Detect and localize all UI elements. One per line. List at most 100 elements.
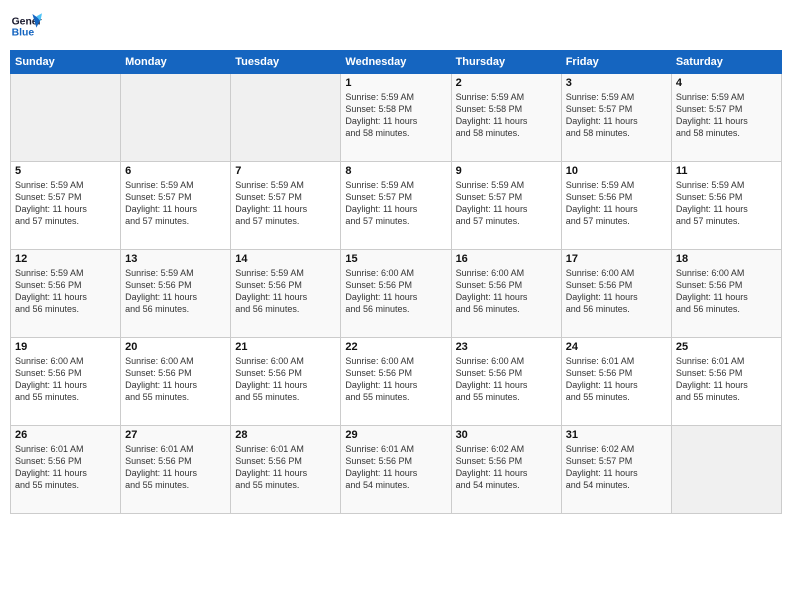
day-info: Sunrise: 6:00 AM Sunset: 5:56 PM Dayligh…	[125, 355, 226, 404]
day-number: 9	[456, 165, 557, 177]
day-number: 23	[456, 341, 557, 353]
day-number: 29	[345, 429, 446, 441]
day-info: Sunrise: 6:00 AM Sunset: 5:56 PM Dayligh…	[15, 355, 116, 404]
day-info: Sunrise: 6:00 AM Sunset: 5:56 PM Dayligh…	[566, 267, 667, 316]
day-number: 13	[125, 253, 226, 265]
day-cell: 12Sunrise: 5:59 AM Sunset: 5:56 PM Dayli…	[11, 250, 121, 338]
day-number: 26	[15, 429, 116, 441]
day-info: Sunrise: 5:59 AM Sunset: 5:57 PM Dayligh…	[125, 179, 226, 228]
day-number: 28	[235, 429, 336, 441]
day-number: 19	[15, 341, 116, 353]
day-cell: 10Sunrise: 5:59 AM Sunset: 5:56 PM Dayli…	[561, 162, 671, 250]
day-number: 16	[456, 253, 557, 265]
day-cell: 23 Sunrise: 6:00 AM Sunset: 5:56 PM Dayli…	[451, 338, 561, 426]
day-info: Sunrise: 6:01 AM Sunset: 5:56 PM Dayligh…	[125, 443, 226, 492]
day-cell: 15 Sunrise: 6:00 AM Sunset: 5:56 PM Dayli…	[341, 250, 451, 338]
col-monday: Monday	[121, 51, 231, 74]
day-info: Sunrise: 6:00 AM Sunset: 5:56 PM Dayligh…	[345, 355, 446, 404]
day-number: 14	[235, 253, 336, 265]
day-info: Sunrise: 6:00 AM Sunset: 5:56 PM Dayligh…	[676, 267, 777, 316]
day-cell: 16 Sunrise: 6:00 AM Sunset: 5:56 PM Dayli…	[451, 250, 561, 338]
day-number: 15	[345, 253, 446, 265]
day-number: 3	[566, 77, 667, 89]
day-number: 20	[125, 341, 226, 353]
day-cell	[231, 74, 341, 162]
day-info: Sunrise: 6:01 AM Sunset: 5:56 PM Dayligh…	[235, 443, 336, 492]
col-tuesday: Tuesday	[231, 51, 341, 74]
day-info: Sunrise: 5:59 AM Sunset: 5:56 PM Dayligh…	[15, 267, 116, 316]
col-thursday: Thursday	[451, 51, 561, 74]
calendar-header: Sunday Monday Tuesday Wednesday Thursday…	[11, 51, 782, 74]
day-info: Sunrise: 5:59 AM Sunset: 5:57 PM Dayligh…	[15, 179, 116, 228]
day-info: Sunrise: 6:02 AM Sunset: 5:56 PM Dayligh…	[456, 443, 557, 492]
day-info: Sunrise: 6:02 AM Sunset: 5:57 PM Dayligh…	[566, 443, 667, 492]
week-row-4: 19 Sunrise: 6:00 AM Sunset: 5:56 PM Dayli…	[11, 338, 782, 426]
day-info: Sunrise: 6:01 AM Sunset: 5:56 PM Dayligh…	[566, 355, 667, 404]
day-info: Sunrise: 5:59 AM Sunset: 5:57 PM Dayligh…	[566, 91, 667, 140]
day-cell: 2 Sunrise: 5:59 AM Sunset: 5:58 PM Daylig…	[451, 74, 561, 162]
day-info: Sunrise: 6:01 AM Sunset: 5:56 PM Dayligh…	[676, 355, 777, 404]
day-info: Sunrise: 5:59 AM Sunset: 5:57 PM Dayligh…	[345, 179, 446, 228]
day-number: 1	[345, 77, 446, 89]
day-info: Sunrise: 6:00 AM Sunset: 5:56 PM Dayligh…	[456, 355, 557, 404]
day-cell: 22Sunrise: 6:00 AM Sunset: 5:56 PM Dayli…	[341, 338, 451, 426]
day-number: 7	[235, 165, 336, 177]
week-row-5: 26 Sunrise: 6:01 AM Sunset: 5:56 PM Dayli…	[11, 426, 782, 514]
day-cell: 11Sunrise: 5:59 AM Sunset: 5:56 PM Dayli…	[671, 162, 781, 250]
day-cell: 26Sunrise: 6:01 AM Sunset: 5:56 PM Dayli…	[11, 426, 121, 514]
week-row-1: 1 Sunrise: 5:59 AM Sunset: 5:58 PM Daylig…	[11, 74, 782, 162]
header-row: Sunday Monday Tuesday Wednesday Thursday…	[11, 51, 782, 74]
day-info: Sunrise: 6:00 AM Sunset: 5:56 PM Dayligh…	[345, 267, 446, 316]
day-number: 30	[456, 429, 557, 441]
day-cell: 1 Sunrise: 5:59 AM Sunset: 5:58 PM Daylig…	[341, 74, 451, 162]
calendar-body: 1 Sunrise: 5:59 AM Sunset: 5:58 PM Daylig…	[11, 74, 782, 514]
day-cell: 7 Sunrise: 5:59 AM Sunset: 5:57 PM Daylig…	[231, 162, 341, 250]
day-info: Sunrise: 5:59 AM Sunset: 5:56 PM Dayligh…	[235, 267, 336, 316]
calendar-table: Sunday Monday Tuesday Wednesday Thursday…	[10, 50, 782, 514]
day-number: 17	[566, 253, 667, 265]
day-number: 4	[676, 77, 777, 89]
day-number: 8	[345, 165, 446, 177]
day-cell: 29 Sunrise: 6:01 AM Sunset: 5:56 PM Dayli…	[341, 426, 451, 514]
week-row-2: 5 Sunrise: 5:59 AM Sunset: 5:57 PM Daylig…	[11, 162, 782, 250]
day-info: Sunrise: 5:59 AM Sunset: 5:57 PM Dayligh…	[235, 179, 336, 228]
day-cell	[671, 426, 781, 514]
day-cell: 6Sunrise: 5:59 AM Sunset: 5:57 PM Daylig…	[121, 162, 231, 250]
day-cell: 18 Sunrise: 6:00 AM Sunset: 5:56 PM Dayli…	[671, 250, 781, 338]
page: General Blue Sunday Monday	[0, 0, 792, 612]
day-cell: 4Sunrise: 5:59 AM Sunset: 5:57 PM Daylig…	[671, 74, 781, 162]
logo: General Blue	[10, 10, 50, 42]
day-cell	[11, 74, 121, 162]
day-cell: 31 Sunrise: 6:02 AM Sunset: 5:57 PM Dayli…	[561, 426, 671, 514]
day-info: Sunrise: 5:59 AM Sunset: 5:56 PM Dayligh…	[676, 179, 777, 228]
col-wednesday: Wednesday	[341, 51, 451, 74]
day-cell: 21 Sunrise: 6:00 AM Sunset: 5:56 PM Dayli…	[231, 338, 341, 426]
day-number: 21	[235, 341, 336, 353]
day-number: 5	[15, 165, 116, 177]
day-cell: 24Sunrise: 6:01 AM Sunset: 5:56 PM Dayli…	[561, 338, 671, 426]
day-info: Sunrise: 5:59 AM Sunset: 5:56 PM Dayligh…	[125, 267, 226, 316]
day-number: 27	[125, 429, 226, 441]
day-cell: 27 Sunrise: 6:01 AM Sunset: 5:56 PM Dayli…	[121, 426, 231, 514]
logo-icon: General Blue	[10, 10, 42, 42]
day-number: 31	[566, 429, 667, 441]
day-cell: 14 Sunrise: 5:59 AM Sunset: 5:56 PM Dayli…	[231, 250, 341, 338]
day-info: Sunrise: 6:00 AM Sunset: 5:56 PM Dayligh…	[235, 355, 336, 404]
svg-text:Blue: Blue	[12, 28, 35, 39]
day-cell: 5 Sunrise: 5:59 AM Sunset: 5:57 PM Daylig…	[11, 162, 121, 250]
col-sunday: Sunday	[11, 51, 121, 74]
day-info: Sunrise: 6:01 AM Sunset: 5:56 PM Dayligh…	[345, 443, 446, 492]
day-cell: 8 Sunrise: 5:59 AM Sunset: 5:57 PM Daylig…	[341, 162, 451, 250]
day-number: 10	[566, 165, 667, 177]
day-cell: 13 Sunrise: 5:59 AM Sunset: 5:56 PM Dayli…	[121, 250, 231, 338]
day-cell: 25Sunrise: 6:01 AM Sunset: 5:56 PM Dayli…	[671, 338, 781, 426]
col-saturday: Saturday	[671, 51, 781, 74]
day-number: 2	[456, 77, 557, 89]
day-info: Sunrise: 5:59 AM Sunset: 5:58 PM Dayligh…	[345, 91, 446, 140]
day-cell: 19 Sunrise: 6:00 AM Sunset: 5:56 PM Dayli…	[11, 338, 121, 426]
day-cell: 17 Sunrise: 6:00 AM Sunset: 5:56 PM Dayli…	[561, 250, 671, 338]
day-info: Sunrise: 5:59 AM Sunset: 5:58 PM Dayligh…	[456, 91, 557, 140]
day-number: 18	[676, 253, 777, 265]
header: General Blue	[10, 10, 782, 42]
day-info: Sunrise: 6:00 AM Sunset: 5:56 PM Dayligh…	[456, 267, 557, 316]
